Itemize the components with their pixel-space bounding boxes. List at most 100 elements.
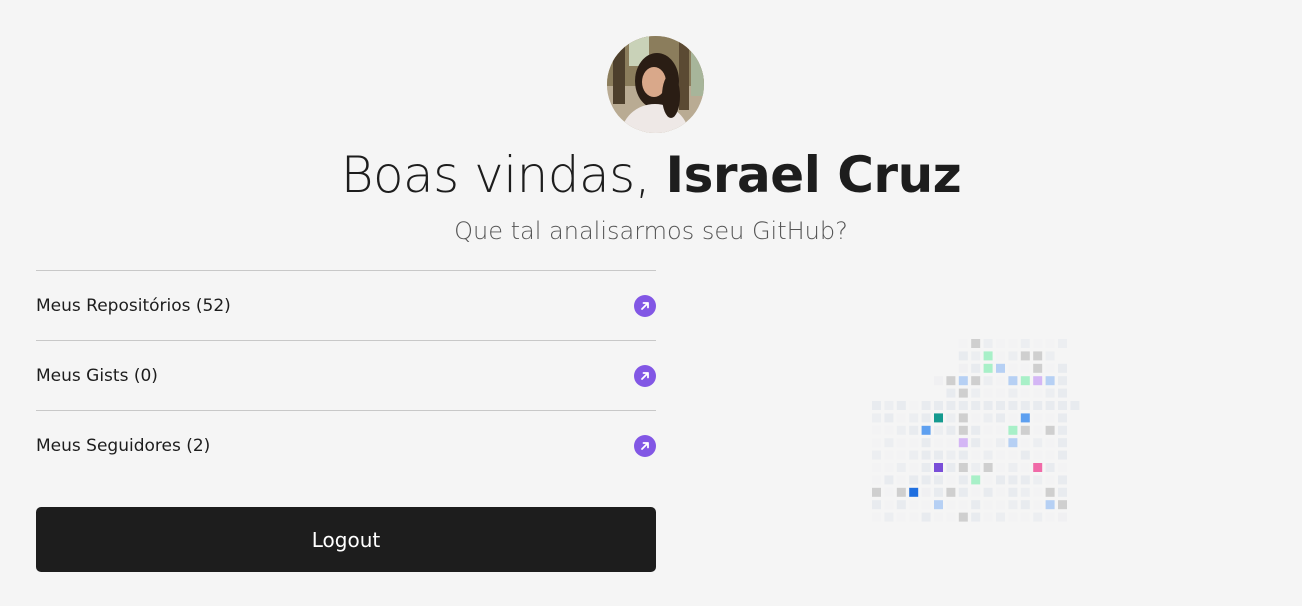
pixel-cell xyxy=(958,351,968,361)
pixel-cell xyxy=(921,487,931,497)
welcome-title: Boas vindas, Israel Cruz xyxy=(0,140,1302,210)
pixel-cell xyxy=(1045,413,1055,423)
pixel-cell xyxy=(884,450,894,460)
pixel-cell xyxy=(872,438,881,448)
pixel-cell xyxy=(872,463,881,472)
pixel-cell xyxy=(1020,500,1030,510)
pixel-cell xyxy=(996,388,1005,398)
menu-item-followers[interactable]: Meus Seguidores (2) xyxy=(36,411,656,480)
pixel-cell xyxy=(1020,388,1030,398)
pixel-cell xyxy=(1020,413,1030,423)
pixel-cell xyxy=(996,351,1005,361)
pixel-cell xyxy=(921,512,931,522)
pixel-cell xyxy=(983,376,993,386)
pixel-cell xyxy=(958,363,968,373)
pixel-cell xyxy=(1045,500,1055,510)
pixel-cell xyxy=(946,376,956,386)
pixel-cell xyxy=(872,487,881,497)
pixel-cell xyxy=(1020,376,1030,386)
pixel-cell xyxy=(996,376,1005,386)
logout-button[interactable]: Logout xyxy=(36,507,656,572)
pixel-cell xyxy=(958,339,968,348)
pixel-cell xyxy=(909,401,919,410)
pixel-cell xyxy=(896,512,906,522)
menu-item-label: Meus Seguidores (2) xyxy=(36,435,211,456)
pixel-cell xyxy=(884,487,894,497)
pixel-cell xyxy=(1058,487,1067,497)
pixel-cell xyxy=(1008,487,1018,497)
pixel-cell xyxy=(909,512,919,522)
pixel-cell xyxy=(1020,512,1030,522)
pixel-cell xyxy=(983,413,993,423)
pixel-cell xyxy=(884,438,894,448)
pixel-cell xyxy=(909,487,919,497)
pixel-cell xyxy=(909,500,919,510)
pixel-cell xyxy=(921,413,931,423)
pixel-cell xyxy=(1058,376,1067,386)
pixel-cell xyxy=(958,512,968,522)
pixel-cell xyxy=(909,450,919,460)
pixel-cell xyxy=(996,463,1005,472)
arrow-up-right-icon[interactable] xyxy=(634,434,656,457)
pixel-cell xyxy=(971,376,981,386)
pixel-cell xyxy=(958,463,968,472)
pixel-cell xyxy=(958,450,968,460)
pixel-cell xyxy=(996,425,1005,435)
pixel-cell xyxy=(958,413,968,423)
pixel-cell xyxy=(1033,450,1043,460)
pixel-cell xyxy=(1058,413,1067,423)
pixel-cell xyxy=(1045,487,1055,497)
pixel-cell xyxy=(896,475,906,485)
pixel-cell xyxy=(909,463,919,472)
pixel-cell xyxy=(1058,475,1067,485)
arrow-up-right-icon[interactable] xyxy=(634,294,656,317)
arrow-up-right-icon[interactable] xyxy=(634,364,656,387)
pixel-cell xyxy=(983,475,993,485)
pixel-cell xyxy=(971,363,981,373)
pixel-cell xyxy=(1058,388,1067,398)
user-avatar xyxy=(607,36,704,133)
pixel-cell xyxy=(1033,351,1043,361)
pixel-cell xyxy=(946,438,956,448)
pixel-cell xyxy=(946,401,956,410)
pixel-cell xyxy=(872,512,881,522)
user-name: Israel Cruz xyxy=(665,146,962,204)
pixel-cell xyxy=(896,450,906,460)
pixel-cell xyxy=(1008,425,1018,435)
pixel-cell xyxy=(1033,512,1043,522)
pixel-cell xyxy=(872,425,881,435)
pixel-cell xyxy=(1058,425,1067,435)
menu-item-repositories[interactable]: Meus Repositórios (52) xyxy=(36,271,656,341)
pixel-cell xyxy=(921,463,931,472)
pixel-cell xyxy=(1045,438,1055,448)
pixel-cell xyxy=(1020,463,1030,472)
pixel-cell xyxy=(946,450,956,460)
pixel-cell xyxy=(958,425,968,435)
pixel-cell xyxy=(934,487,943,497)
pixel-cell xyxy=(1058,450,1067,460)
pixel-cell xyxy=(971,475,981,485)
pixel-cell xyxy=(896,487,906,497)
pixel-cell xyxy=(971,450,981,460)
pixel-cell xyxy=(983,512,993,522)
pixel-cell xyxy=(934,438,943,448)
pixel-cell xyxy=(884,475,894,485)
pixel-cell xyxy=(983,438,993,448)
pixel-cell xyxy=(1058,401,1067,410)
pixel-cell xyxy=(1020,438,1030,448)
pixel-cell xyxy=(971,351,981,361)
pixel-cell xyxy=(934,475,943,485)
menu-item-label: Meus Repositórios (52) xyxy=(36,295,231,316)
pixel-cell xyxy=(1033,438,1043,448)
pixel-cell xyxy=(958,376,968,386)
menu-item-gists[interactable]: Meus Gists (0) xyxy=(36,341,656,411)
pixel-cell xyxy=(1058,363,1067,373)
pixel-cell xyxy=(921,500,931,510)
pixel-cell xyxy=(1008,376,1018,386)
pixel-cell xyxy=(996,413,1005,423)
profile-menu: Meus Repositórios (52) Meus Gists (0) Me… xyxy=(36,270,656,480)
pixel-cell xyxy=(1008,401,1018,410)
pixel-cell xyxy=(896,413,906,423)
pixel-cell xyxy=(971,401,981,410)
pixel-cell xyxy=(1008,413,1018,423)
